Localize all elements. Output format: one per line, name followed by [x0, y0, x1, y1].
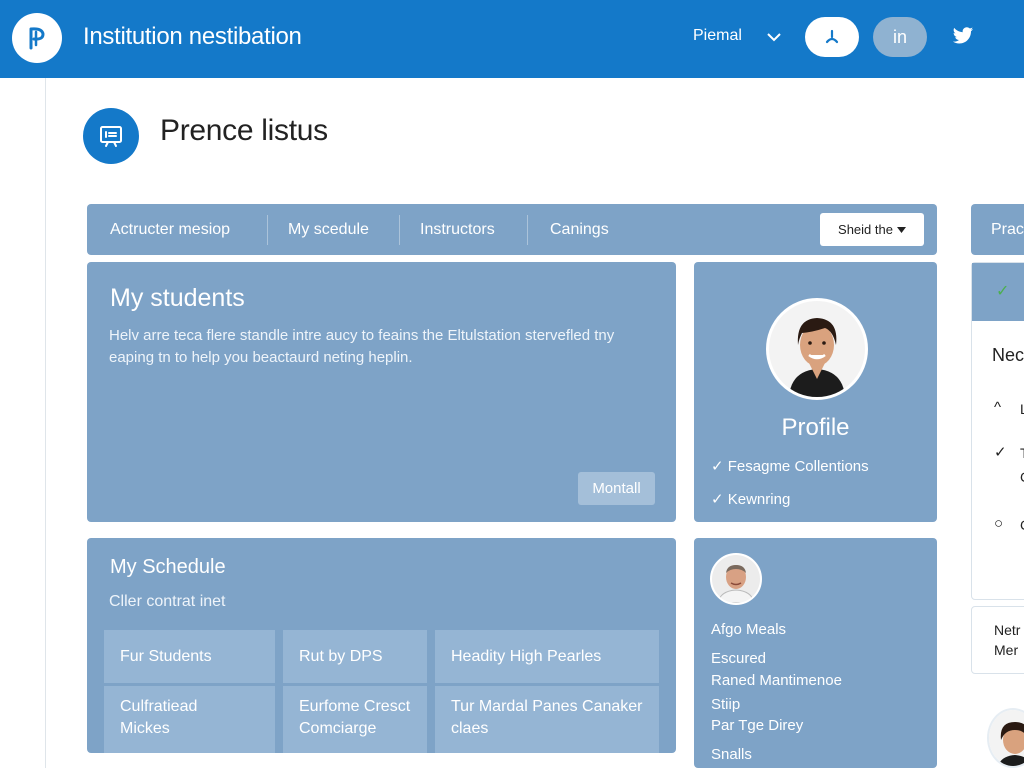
app-title: Institution nestibation [83, 23, 302, 50]
user-icon [825, 29, 839, 44]
chevron-up-icon[interactable]: ^ [994, 399, 1001, 416]
tab-actructer[interactable]: Actructer mesiop [110, 204, 230, 255]
profile-item-label: Fesagme Collentions [727, 458, 869, 475]
schedule-subtitle: Cller contrat inet [109, 593, 226, 610]
user-menu-label[interactable]: Piemal [693, 27, 742, 45]
schedule-cell[interactable]: Eurfome Cresct Comciarge [283, 686, 427, 753]
check-icon: ✓ [711, 458, 724, 475]
students-card: My students Helv arre teca flere standle… [87, 262, 676, 522]
profile-item[interactable]: ✓ Kewnring [711, 490, 790, 508]
share-dropdown-button[interactable]: Sheid the [820, 213, 924, 246]
schedule-cell[interactable]: Tur Mardal Panes Canaker claes [435, 686, 659, 753]
page-icon [83, 108, 139, 164]
people-item[interactable]: Escured [711, 649, 766, 669]
check-icon: ✓ [711, 491, 724, 508]
right-side-card: Netr Mer [971, 606, 1024, 674]
circle-icon: ○ [994, 515, 1004, 532]
tab-bar: Actructer mesiop My scedule Instructors … [87, 204, 937, 255]
people-item[interactable]: Raned Mantimenoe [711, 671, 842, 691]
montall-button[interactable]: Montall [578, 472, 655, 505]
right-panel-row[interactable]: L [1020, 401, 1024, 417]
right-panel-row[interactable]: C [1020, 517, 1024, 533]
twitter-icon[interactable] [952, 26, 974, 46]
check-green-icon: ✓ [996, 283, 1010, 300]
share-dropdown-label: Sheid the [838, 222, 893, 237]
students-title: My students [110, 284, 245, 312]
right-panel-header: ✓ [972, 263, 1024, 321]
people-item[interactable]: Afgo Meals [711, 620, 786, 640]
profile-avatar[interactable] [766, 298, 868, 400]
page-title: Prence listus [160, 114, 328, 147]
profile-card: Profile ✓ Fesagme Collentions ✓ Kewnring [694, 262, 937, 522]
tab-prac[interactable]: Prac [971, 204, 1024, 255]
schedule-card: My Schedule Cller contrat inet Fur Stude… [87, 538, 676, 753]
in-button[interactable]: in [873, 17, 927, 57]
right-side-panel: ✓ Nec ^ L ✓ T C ○ C [971, 262, 1024, 600]
tab-divider [399, 215, 400, 245]
edge-avatar[interactable] [987, 708, 1024, 768]
top-app-bar: Institution nestibation Piemal in [0, 0, 1024, 78]
profile-item-label: Kewnring [727, 491, 791, 508]
sidebar-divider [45, 78, 46, 768]
woman-portrait-icon [989, 710, 1024, 766]
presentation-icon [100, 126, 122, 147]
woman-portrait-icon [769, 301, 865, 397]
right-panel-row[interactable]: T [1020, 445, 1024, 461]
right-panel-row[interactable]: C [1020, 469, 1024, 485]
right-panel-heading: Nec [992, 345, 1024, 365]
people-card: Afgo Meals Escured Raned Mantimenoe Stii… [694, 538, 937, 768]
schedule-cell[interactable]: Rut by DPS [283, 630, 427, 683]
tab-divider [527, 215, 528, 245]
schedule-cell[interactable]: Headity High Pearles [435, 630, 659, 683]
man-portrait-icon [712, 555, 760, 603]
tab-canings[interactable]: Canings [550, 204, 609, 255]
students-description: Helv arre teca flere standle intre aucy … [109, 327, 615, 366]
schedule-title: My Schedule [110, 556, 226, 578]
user-button[interactable] [805, 17, 859, 57]
person-avatar[interactable] [710, 553, 762, 605]
people-item[interactable]: Par Tge Direy [711, 716, 803, 736]
people-item[interactable]: Stiip [711, 695, 740, 715]
tab-schedule[interactable]: My scedule [288, 204, 369, 255]
tab-instructors[interactable]: Instructors [420, 204, 495, 255]
tab-divider [267, 215, 268, 245]
logo-p-icon [29, 27, 45, 50]
logo[interactable] [12, 13, 62, 63]
chevron-down-icon[interactable] [766, 30, 782, 44]
schedule-cell[interactable]: Culfratiead Mickes [104, 686, 275, 753]
caret-down-icon [896, 226, 906, 233]
right-card-line: Netr [994, 622, 1021, 638]
profile-item[interactable]: ✓ Fesagme Collentions [711, 457, 869, 475]
people-item[interactable]: Snalls [711, 745, 752, 765]
check-icon: ✓ [994, 444, 1007, 461]
profile-title: Profile [781, 414, 850, 441]
right-card-line: Mer [994, 642, 1019, 658]
schedule-cell[interactable]: Fur Students [104, 630, 275, 683]
